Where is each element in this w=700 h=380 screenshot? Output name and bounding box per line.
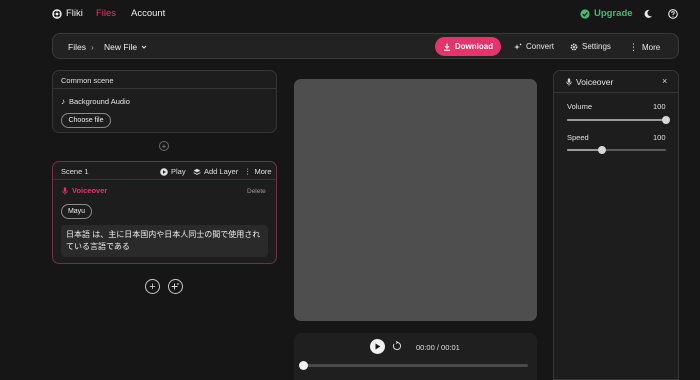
voiceover-settings-panel: Voiceover × Volume 100 Speed 100 (553, 70, 679, 380)
chevron-down-icon (141, 45, 147, 49)
timeline-scrubber[interactable] (299, 361, 528, 370)
file-name: New File (104, 42, 138, 52)
microphone-icon (62, 186, 68, 195)
voiceover-panel-title-text: Voiceover (576, 77, 614, 87)
more-dots-icon: ⋮ (244, 167, 252, 176)
sparkle-plus-icon (171, 282, 180, 290)
background-audio-row: ♪ Background Audio (61, 97, 130, 106)
scene-play-label: Play (171, 167, 186, 176)
more-label: More (642, 43, 661, 52)
scene-1-panel: Scene 1 Play Add Layer ⋮ More Voiceover (52, 161, 277, 264)
common-scene-header: Common scene (53, 71, 276, 89)
download-label: Download (454, 42, 494, 51)
timeline-handle[interactable] (299, 361, 308, 370)
speed-slider-fill (567, 149, 602, 151)
settings-button[interactable]: Settings (570, 42, 611, 51)
speed-slider[interactable] (567, 146, 666, 154)
video-preview-canvas[interactable] (294, 79, 537, 321)
scene-title: Scene 1 (61, 167, 89, 176)
voiceover-layer-label: Voiceover (62, 186, 107, 195)
help-button[interactable] (668, 9, 678, 21)
speed-label: Speed (567, 133, 589, 142)
more-button[interactable]: ⋮ More (629, 42, 660, 53)
background-audio-label: Background Audio (69, 97, 130, 106)
volume-slider-handle[interactable] (662, 116, 670, 124)
play-button[interactable] (370, 339, 385, 354)
volume-slider[interactable] (567, 116, 670, 124)
voiceover-panel-title: Voiceover (566, 77, 613, 87)
voiceover-layer-text: Voiceover (72, 186, 108, 195)
nav-account-link[interactable]: Account (131, 8, 165, 19)
common-scene-panel: Common scene ♪ Background Audio Choose f… (52, 70, 277, 133)
speed-value: 100 (653, 133, 666, 142)
logo-text: Fliki (66, 8, 83, 19)
scene-1-header: Scene 1 Play Add Layer ⋮ More (53, 162, 276, 180)
dark-mode-toggle[interactable] (643, 9, 653, 21)
add-layer-button[interactable]: Add Layer (193, 167, 238, 176)
fliki-logo-icon (52, 8, 62, 19)
logo[interactable]: Fliki (52, 8, 83, 19)
sparkle-convert-icon (514, 43, 522, 50)
volume-value: 100 (653, 102, 666, 111)
download-icon (443, 43, 450, 51)
top-nav: Fliki Files Account Upgrade (0, 0, 700, 28)
player-controls: 00:00 / 00:01 (294, 333, 537, 380)
upgrade-button[interactable]: Upgrade (580, 8, 633, 19)
add-layer-label: Add Layer (204, 167, 239, 176)
help-icon (668, 9, 678, 19)
nav-files-link[interactable]: Files (96, 8, 116, 19)
music-note-icon: ♪ (61, 97, 65, 106)
add-scene-button[interactable]: + (145, 279, 160, 294)
breadcrumb-separator: › (91, 42, 94, 52)
choose-file-button[interactable]: Choose file (61, 113, 111, 128)
file-name-dropdown[interactable]: New File (104, 42, 147, 52)
voice-name-button[interactable]: Mayu (61, 204, 92, 219)
play-circle-icon (160, 167, 168, 176)
common-scene-title: Common scene (61, 76, 114, 85)
layers-icon (193, 168, 201, 175)
plus-icon: + (149, 280, 156, 293)
scene-more-button[interactable]: ⋮ More (244, 167, 272, 176)
convert-button[interactable]: Convert (514, 42, 554, 51)
convert-label: Convert (526, 42, 555, 51)
replay-icon (392, 340, 402, 351)
close-icon[interactable]: × (662, 76, 667, 86)
delete-layer-button[interactable]: Delete (247, 188, 266, 195)
file-toolbar: Files › New File Download Convert Settin… (52, 33, 679, 59)
volume-label: Volume (567, 102, 593, 111)
play-icon (375, 343, 381, 350)
gear-icon (570, 43, 578, 50)
upgrade-check-icon (580, 8, 590, 19)
more-dots-icon: ⋮ (629, 42, 638, 52)
plus-icon: + (161, 141, 167, 151)
microphone-icon (566, 78, 572, 86)
moon-icon (644, 9, 652, 18)
scene-more-label: More (254, 167, 272, 176)
volume-slider-fill (567, 119, 666, 121)
add-scene-small-button[interactable]: + (159, 141, 169, 151)
upgrade-label: Upgrade (594, 8, 633, 19)
download-button[interactable]: Download (435, 37, 501, 56)
scene-play-button[interactable]: Play (160, 167, 186, 176)
replay-button[interactable] (392, 340, 402, 353)
settings-label: Settings (582, 42, 611, 51)
voiceover-text-editor[interactable]: 日本語 は、主に日本国内や日本人同士の間で使用されている言語である (61, 225, 268, 257)
breadcrumb-files[interactable]: Files (68, 42, 86, 52)
voiceover-panel-header: Voiceover × (554, 71, 678, 93)
ai-add-scene-button[interactable] (168, 279, 183, 294)
time-display: 00:00 / 00:01 (416, 343, 460, 352)
speed-slider-handle[interactable] (597, 146, 606, 154)
